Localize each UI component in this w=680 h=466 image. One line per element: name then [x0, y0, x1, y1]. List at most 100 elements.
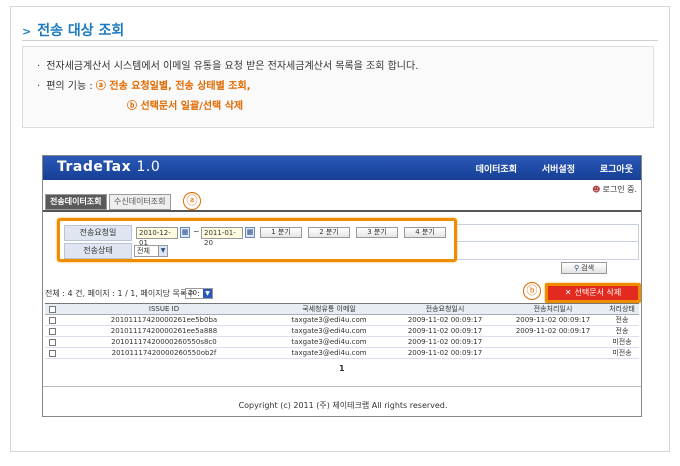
- marker-a: ⓐ: [183, 192, 201, 210]
- feature-b-text: ⓑ 선택문서 일괄/선택 삭제: [127, 101, 244, 112]
- table-row[interactable]: 20101117420000261ee5a888 taxgate3@edi4u.…: [45, 325, 639, 337]
- feature-a-text: ⓐ 전송 요청일별, 전송 상태별 조회,: [95, 81, 251, 92]
- select-all-cell: [45, 303, 59, 315]
- row-select-cell: [45, 347, 59, 359]
- quarter-3-button[interactable]: 3 분기: [356, 227, 398, 238]
- footer-divider: [43, 386, 641, 387]
- feature-line: · 편의 기능 : ⓐ 전송 요청일별, 전송 상태별 조회,: [37, 77, 639, 97]
- tab-send-data[interactable]: 전송데이터조회: [45, 194, 107, 210]
- status-filter-row: 전송상태 전체 ▼: [64, 243, 450, 259]
- request-time-cell: 2009-11-02 00:09:17: [389, 314, 501, 326]
- table-row[interactable]: 20101117420000260550ob2f taxgate3@edi4u.…: [45, 347, 639, 359]
- row-checkbox[interactable]: [48, 349, 56, 357]
- row-select-cell: [45, 336, 59, 348]
- issue-id-cell: 20101117420000261ee5a888: [59, 325, 269, 337]
- page-title-text: 전송 대상 조회: [37, 23, 125, 39]
- column-header[interactable]: 전송요청일시: [389, 303, 501, 315]
- title-divider: [22, 40, 658, 41]
- marker-b: ⓑ: [523, 282, 541, 300]
- description-box: · 전자세금계산서 시스템에서 이메일 유통을 요청 받은 전자세금계산서 목록을…: [22, 46, 654, 128]
- process-time-cell: [501, 336, 605, 348]
- login-status: ☻ 로그인 중.: [592, 184, 637, 195]
- process-time-cell: 2009-11-02 00:09:17: [501, 314, 605, 326]
- date-range-separator: ~: [193, 227, 200, 236]
- quarter-4-button[interactable]: 4 분기: [404, 227, 446, 238]
- list-summary: 전체 : 4 건, 페이지 : 1 / 1, 페이지당 목록수 :: [45, 289, 200, 298]
- request-time-cell: 2009-11-02 00:09:17: [389, 347, 501, 359]
- quarter-1-button[interactable]: 1 분기: [260, 227, 302, 238]
- bullet-icon: ·: [37, 61, 41, 72]
- email-cell: taxgate3@edi4u.com: [269, 314, 389, 326]
- search-panel-extension: [457, 224, 639, 260]
- status-cell: 미전송: [605, 347, 639, 359]
- email-cell: taxgate3@edi4u.com: [269, 325, 389, 337]
- status-cell: 전송: [605, 314, 639, 326]
- app-logo: TradeTax 1.0: [57, 159, 160, 175]
- app-header: TradeTax 1.0 데이터조회 서버설정 로그아웃: [43, 156, 641, 180]
- status-cell: 전송: [605, 325, 639, 337]
- pagination-page-1[interactable]: 1: [339, 364, 345, 373]
- request-time-cell: 2009-11-02 00:09:17: [389, 325, 501, 337]
- search-button[interactable]: ⚲ 검색: [561, 262, 607, 274]
- logo-version: 1.0: [136, 159, 161, 175]
- column-header[interactable]: 전송처리일시: [501, 303, 605, 315]
- process-time-cell: [501, 347, 605, 359]
- table-row[interactable]: 20101117420000261ee5b0ba taxgate3@edi4u.…: [45, 314, 639, 326]
- status-select[interactable]: 전체 ▼: [134, 245, 168, 257]
- description-text: 전자세금계산서 시스템에서 이메일 유통을 요청 받은 전자세금계산서 목록을 …: [46, 61, 419, 72]
- row-checkbox[interactable]: [48, 316, 56, 324]
- copyright-text: Copyright (c) 2011 (주) 제이테크랩 All rights …: [238, 401, 448, 410]
- chevron-down-icon[interactable]: ▼: [158, 246, 167, 256]
- email-cell: taxgate3@edi4u.com: [269, 347, 389, 359]
- column-header[interactable]: 국세청유통 이메일: [269, 303, 389, 315]
- table-row[interactable]: 20101117420000260550s8c0 taxgate3@edi4u.…: [45, 336, 639, 348]
- document-table: ISSUE ID 국세청유통 이메일 전송요청일시 전송처리일시 처리상태 20…: [45, 303, 639, 359]
- email-cell: taxgate3@edi4u.com: [269, 336, 389, 348]
- row-select-cell: [45, 325, 59, 337]
- feature-line-2: ⓑ 선택문서 일괄/선택 삭제: [37, 97, 639, 117]
- date-filter-label: 전송요청일: [64, 225, 132, 241]
- select-all-checkbox[interactable]: [48, 305, 56, 313]
- issue-id-cell: 20101117420000260550ob2f: [59, 347, 269, 359]
- request-time-cell: 2009-11-02 00:09:17: [389, 336, 501, 348]
- search-panel-divider: [457, 241, 639, 242]
- search-panel: 전송요청일 2010-12-01 ▦ ~ 2011-01-20 ▦ 1 분기 2…: [57, 218, 457, 262]
- row-checkbox[interactable]: [48, 338, 56, 346]
- chevron-down-icon[interactable]: ▼: [203, 289, 212, 298]
- search-icon: ⚲: [573, 264, 580, 272]
- nav-logout[interactable]: 로그아웃: [600, 165, 633, 175]
- feature-label: 편의 기능 :: [46, 81, 93, 92]
- bullet-icon: ·: [37, 81, 41, 92]
- column-header[interactable]: 처리상태: [605, 303, 639, 315]
- page-size-select[interactable]: 20 ▼: [185, 288, 213, 299]
- quarter-2-button[interactable]: 2 분기: [308, 227, 350, 238]
- calendar-icon[interactable]: ▦: [245, 227, 255, 238]
- user-icon: ☻: [592, 185, 601, 194]
- tab-divider: [43, 210, 641, 212]
- search-button-label: 검색: [581, 264, 595, 272]
- nav-server-settings[interactable]: 서버설정: [542, 165, 575, 175]
- column-header[interactable]: ISSUE ID: [59, 303, 269, 315]
- app-screenshot: TradeTax 1.0 데이터조회 서버설정 로그아웃 ☻ 로그인 중. 전송데…: [42, 155, 642, 417]
- tab-receive-data[interactable]: 수신데이터조회: [109, 194, 171, 210]
- table-header: ISSUE ID 국세청유통 이메일 전송요청일시 전송처리일시 처리상태: [45, 303, 639, 315]
- row-checkbox[interactable]: [48, 327, 56, 335]
- delete-button-label: 선택문서 삭제: [574, 288, 622, 297]
- date-from-input[interactable]: 2010-12-01: [136, 227, 178, 247]
- logo-text: TradeTax: [57, 159, 132, 175]
- page-title: > 전송 대상 조회: [22, 20, 124, 40]
- chevron-right-icon: >: [22, 25, 32, 38]
- date-filter-row: 전송요청일 2010-12-01 ▦ ~ 2011-01-20 ▦ 1 분기 2…: [64, 225, 450, 247]
- row-select-cell: [45, 314, 59, 326]
- date-to-input[interactable]: 2011-01-20: [201, 227, 243, 247]
- page-size-value: 20: [188, 289, 197, 297]
- top-nav: 데이터조회 서버설정 로그아웃: [454, 162, 633, 175]
- process-time-cell: 2009-11-02 00:09:17: [501, 325, 605, 337]
- delete-selected-button[interactable]: ✕ 선택문서 삭제: [545, 283, 641, 303]
- status-select-value: 전체: [137, 247, 150, 255]
- issue-id-cell: 20101117420000261ee5b0ba: [59, 314, 269, 326]
- calendar-icon[interactable]: ▦: [180, 227, 190, 238]
- description-line: · 전자세금계산서 시스템에서 이메일 유통을 요청 받은 전자세금계산서 목록을…: [37, 57, 639, 77]
- nav-data-view[interactable]: 데이터조회: [476, 165, 517, 175]
- login-status-text: 로그인 중.: [602, 185, 637, 194]
